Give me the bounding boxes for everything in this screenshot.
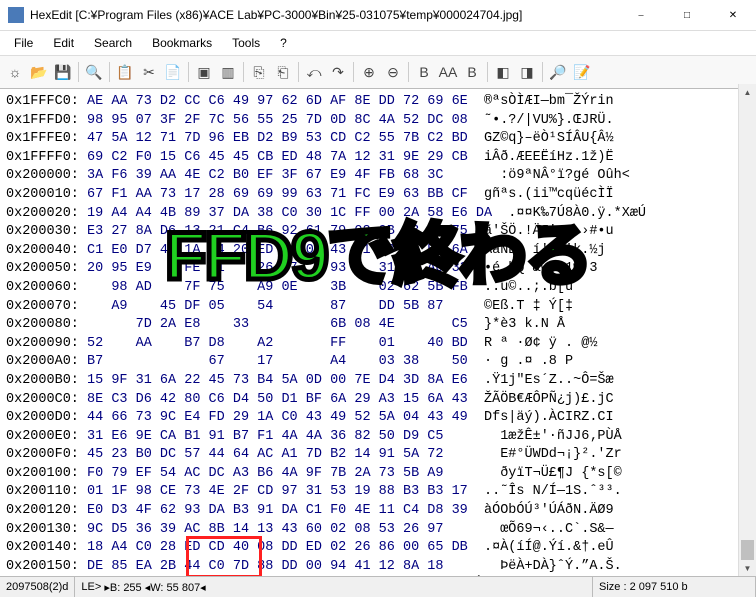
toolbar-button[interactable]: AA — [437, 61, 459, 83]
hex-row[interactable]: 0x2000F0: 45 23 B0 DC 57 44 64 AC A1 7D … — [6, 446, 750, 465]
hex-row[interactable]: 0x200070: A9 45 DF 05 54 87 DD 5B 87 ©Eß… — [6, 298, 750, 317]
hex-row[interactable]: 0x200120: E0 D3 4F 62 93 DA B3 91 DA C1 … — [6, 502, 750, 521]
hex-row[interactable]: 0x1FFFF0: 69 C2 F0 15 C6 45 45 CB ED 48 … — [6, 149, 750, 168]
toolbar-button[interactable]: ⊕ — [358, 61, 380, 83]
toolbar-button[interactable]: 🔍 — [83, 61, 105, 83]
window-titlebar: HexEdit [C:¥Program Files (x86)¥ACE Lab¥… — [0, 0, 756, 31]
toolbar-button[interactable]: B — [461, 61, 483, 83]
statusbar: 2097508(2)d LE> ▸B: 255 ◂W: 55 807◂ Size… — [0, 576, 756, 597]
menu-bookmarks[interactable]: Bookmarks — [144, 34, 220, 52]
toolbar-button[interactable]: 📋 — [114, 61, 136, 83]
toolbar-button[interactable]: ⎗ — [272, 61, 294, 83]
hex-row[interactable]: 0x200060: 98 AD 7F 75 A9 0E 3B 02 62 5B … — [6, 279, 750, 298]
toolbar-button[interactable]: 📂 — [28, 61, 50, 83]
toolbar-button[interactable]: 📝 — [571, 61, 593, 83]
scroll-down-icon[interactable]: ▼ — [739, 560, 756, 577]
hex-row[interactable]: 0x200130: 9C D5 36 39 AC 8B 14 13 43 60 … — [6, 521, 750, 540]
hex-row[interactable]: 0x2000B0: 15 9F 31 6A 22 45 73 B4 5A 0D … — [6, 372, 750, 391]
toolbar-button[interactable]: 💾 — [52, 61, 74, 83]
hex-row[interactable]: 0x1FFFE0: 47 5A 12 71 7D 96 EB D2 B9 53 … — [6, 130, 750, 149]
minimize-button[interactable]: – — [618, 0, 664, 30]
toolbar-button[interactable]: ▣ — [193, 61, 215, 83]
vertical-scrollbar[interactable]: ▲ ▼ — [738, 84, 756, 577]
toolbar-button[interactable]: ↷ — [327, 61, 349, 83]
hex-row[interactable]: 0x200050: 20 95 E9 FE 51 26 77 93 31 77 … — [6, 260, 750, 279]
hex-row[interactable]: 0x200140: 18 A4 C0 28 ED CD 40 08 DD ED … — [6, 539, 750, 558]
hex-row[interactable]: 0x1FFFC0: AE AA 73 D2 CC C6 49 97 62 6D … — [6, 93, 750, 112]
maximize-button[interactable]: □ — [664, 0, 710, 30]
status-middle: LE> ▸B: 255 ◂W: 55 807◂ — [75, 577, 593, 597]
toolbar-button[interactable]: B — [413, 61, 435, 83]
toolbar-button[interactable]: ⤺ — [303, 61, 325, 83]
hex-row[interactable]: 0x2000D0: 44 66 73 9C E4 FD 29 1A C0 43 … — [6, 409, 750, 428]
hex-row[interactable]: 0x200090: 52 AA B7 D8 A2 FF 01 40 BD R ª… — [6, 335, 750, 354]
window-buttons: – □ ✕ — [618, 0, 756, 30]
toolbar-button[interactable]: ⎘ — [248, 61, 270, 83]
hex-row[interactable]: 0x200150: DE 85 EA 2B 44 C0 7D 88 DD 00 … — [6, 558, 750, 577]
hex-row[interactable]: 0x200110: 01 1F 98 CE 73 4E 2F CD 97 31 … — [6, 483, 750, 502]
toolbar-button[interactable]: ▥ — [217, 61, 239, 83]
toolbar: ☼📂💾 🔍 📋✂📄 ▣▥ ⎘⎗ ⤺↷ ⊕⊖ BAAB ◧◨ 🔎📝 — [0, 56, 756, 89]
hex-row[interactable]: 0x200010: 67 F1 AA 73 17 28 69 69 99 63 … — [6, 186, 750, 205]
hex-row[interactable]: 0x2000C0: 8E C3 D6 42 80 C6 D4 50 D1 BF … — [6, 391, 750, 410]
close-button[interactable]: ✕ — [710, 0, 756, 30]
hex-row[interactable]: 0x200100: F0 79 EF 54 AC DC A3 B6 4A 9F … — [6, 465, 750, 484]
toolbar-button[interactable]: 🔎 — [547, 61, 569, 83]
status-offset: 2097508(2)d — [0, 577, 75, 597]
toolbar-button[interactable]: ☼ — [4, 61, 26, 83]
hex-row[interactable]: 0x200080: 7D 2A E8 33 6B 08 4E C5 }*è3 k… — [6, 316, 750, 335]
menu-file[interactable]: File — [6, 34, 41, 52]
hex-row[interactable]: 0x200020: 19 A4 A4 4B 89 37 DA 38 C0 30 … — [6, 205, 750, 224]
app-icon — [8, 7, 24, 23]
toolbar-button[interactable]: ◧ — [492, 61, 514, 83]
hex-row[interactable]: 0x200000: 3A F6 39 AA 4E C2 B0 EF 3F 67 … — [6, 167, 750, 186]
hex-row[interactable]: 0x200040: C1 E0 D7 44 1A 24 20 ED 91 07 … — [6, 242, 750, 261]
hex-view[interactable]: 0x1FFFC0: AE AA 73 D2 CC C6 49 97 62 6D … — [0, 89, 756, 599]
scroll-up-icon[interactable]: ▲ — [739, 84, 756, 101]
toolbar-button[interactable]: ⊖ — [382, 61, 404, 83]
hex-row[interactable]: 0x2000E0: 31 E6 9E CA B1 91 B7 F1 4A 4A … — [6, 428, 750, 447]
status-size: Size : 2 097 510 b — [593, 577, 756, 597]
menu-edit[interactable]: Edit — [45, 34, 82, 52]
scroll-thumb[interactable] — [741, 540, 754, 560]
toolbar-button[interactable]: ✂ — [138, 61, 160, 83]
menubar: File Edit Search Bookmarks Tools ? — [0, 31, 756, 56]
menu-search[interactable]: Search — [86, 34, 140, 52]
hex-row[interactable]: 0x200030: E3 27 8A D6 13 21 C4 B6 92 61 … — [6, 223, 750, 242]
toolbar-button[interactable]: ◨ — [516, 61, 538, 83]
menu-help[interactable]: ? — [272, 34, 295, 52]
hex-row[interactable]: 0x2000A0: B7 67 17 A4 03 38 50 · g .¤ .8… — [6, 353, 750, 372]
toolbar-button[interactable]: 📄 — [162, 61, 184, 83]
hex-row[interactable]: 0x1FFFD0: 98 95 07 3F 2F 7C 56 55 25 7D … — [6, 112, 750, 131]
window-title: HexEdit [C:¥Program Files (x86)¥ACE Lab¥… — [30, 8, 618, 22]
menu-tools[interactable]: Tools — [224, 34, 268, 52]
